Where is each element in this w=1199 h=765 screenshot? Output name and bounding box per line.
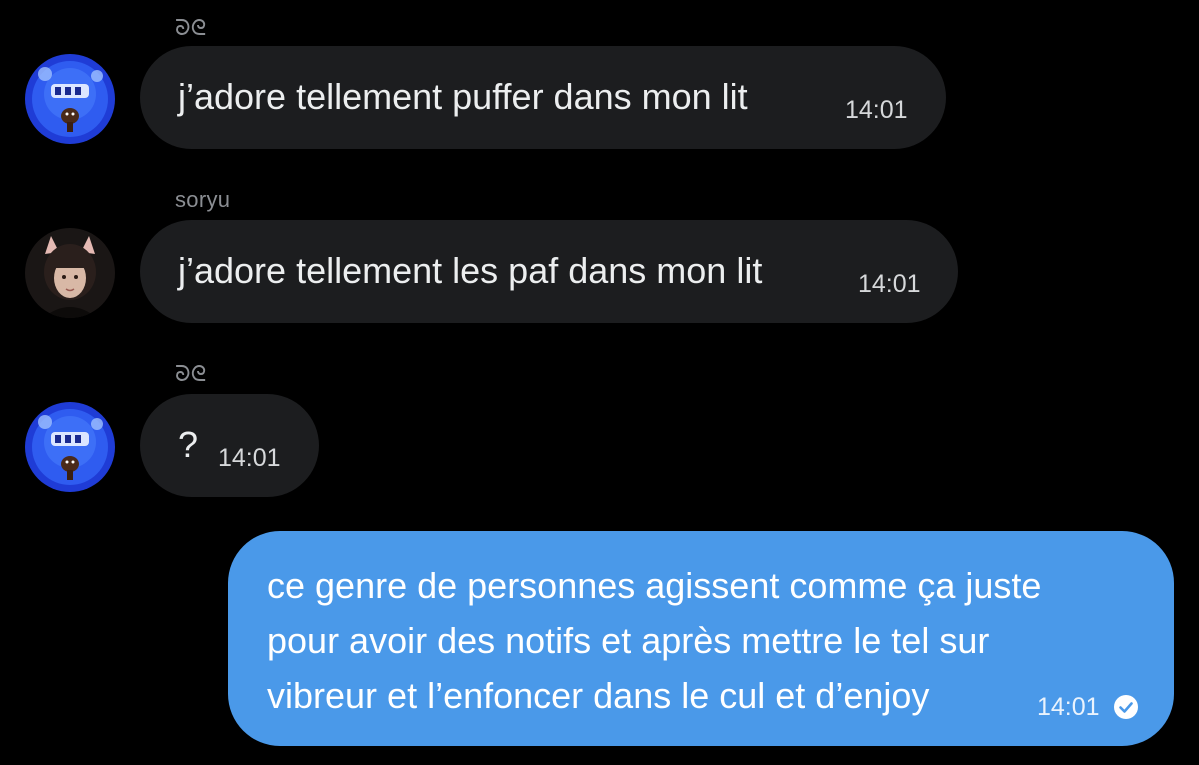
blue-cartoon-face-icon [25,54,115,144]
message-time: 14:01 [858,270,921,298]
sender-avatar[interactable] [25,54,115,144]
outgoing-message-line: vibreur et l’enfoncer dans le cul et d’e… [267,675,930,716]
outgoing-message-line: pour avoir des notifs et après mettre le… [267,620,990,661]
blue-cartoon-face-icon [25,402,115,492]
message-time: 14:01 [845,96,908,124]
message-bubble[interactable]: j’adore tellement puffer dans mon lit 14… [140,46,946,149]
sender-avatar[interactable] [25,402,115,492]
outgoing-message-line: ce genre de personnes agissent comme ça … [267,565,1042,606]
message-text: j’adore tellement les paf dans mon lit [178,250,763,291]
message-time: 14:01 [218,444,281,472]
message-bubble[interactable]: ? 14:01 [140,394,319,497]
girl-portrait-icon [25,228,115,318]
message-bubble[interactable]: j’adore tellement les paf dans mon lit 1… [140,220,958,323]
outgoing-message-bubble[interactable]: ce genre de personnes agissent comme ça … [228,531,1174,746]
sender-name: ᘐᘓ [175,15,207,40]
sender-name: soryu [175,187,231,212]
message-text: ? [178,424,199,465]
message-text: j’adore tellement puffer dans mon lit [178,76,748,117]
sender-name: ᘐᘓ [175,361,207,386]
read-check-icon [1114,695,1138,719]
sender-avatar[interactable] [25,228,115,318]
outgoing-message-time: 14:01 [1037,693,1100,721]
